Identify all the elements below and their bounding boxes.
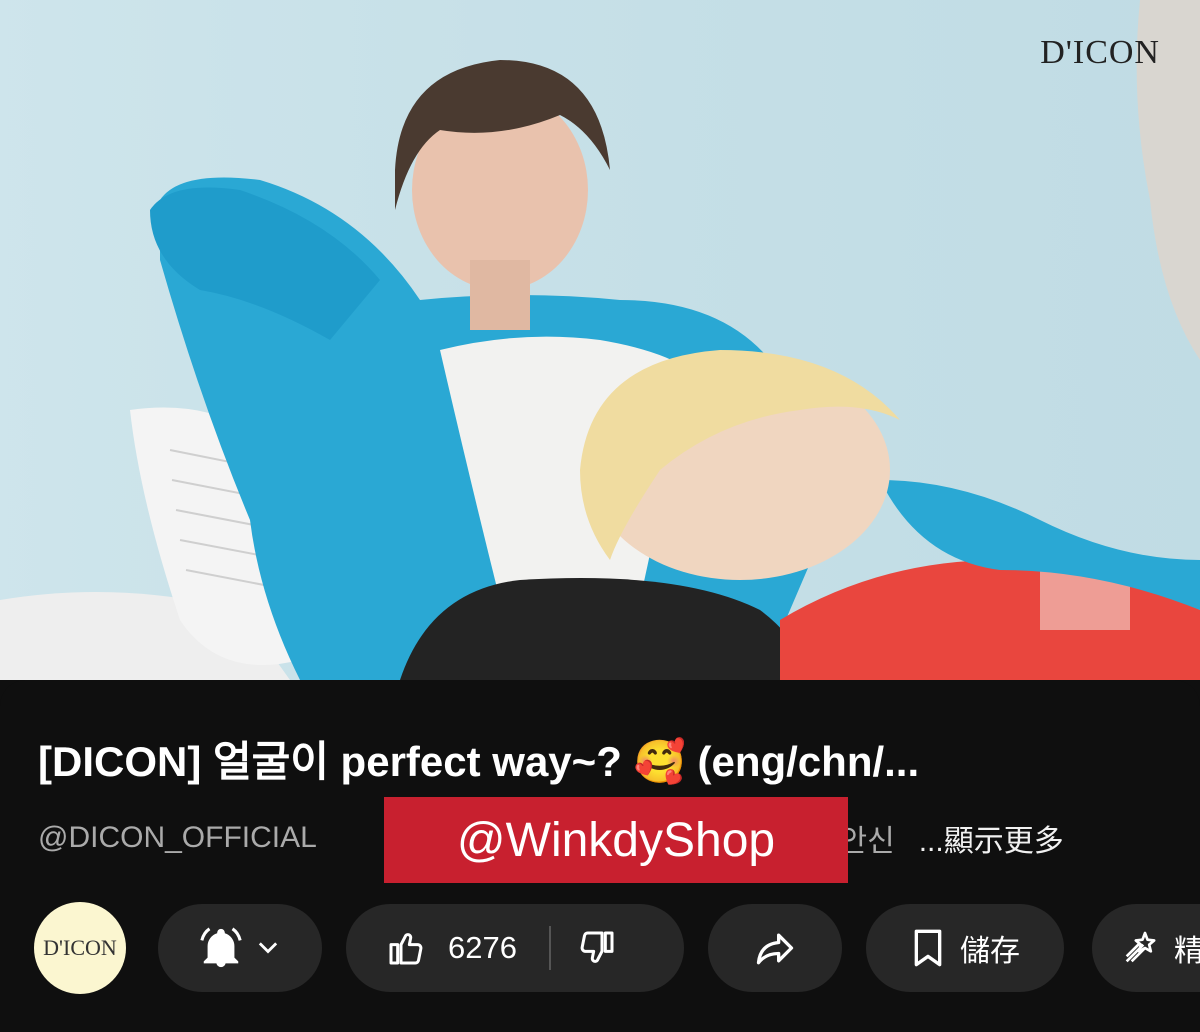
watermark-label: @WinkdyShop <box>384 797 848 883</box>
bookmark-icon <box>910 928 946 968</box>
bell-icon <box>198 925 244 971</box>
like-button[interactable]: 6276 <box>346 928 517 968</box>
thumbs-up-icon <box>386 928 426 968</box>
thumbs-down-icon[interactable] <box>577 928 617 968</box>
share-icon <box>753 926 797 970</box>
subscribe-bell-button[interactable] <box>158 904 322 992</box>
video-player[interactable]: D'ICON <box>0 0 1200 680</box>
video-frame <box>0 0 1200 680</box>
clip-icon <box>1120 928 1160 968</box>
chevron-down-icon <box>254 934 282 962</box>
video-title[interactable]: [DICON] 얼굴이 perfect way~? 🥰 (eng/chn/... <box>38 728 1168 789</box>
save-button[interactable]: 儲存 <box>866 904 1064 992</box>
like-count: 6276 <box>448 930 517 965</box>
brand-logo: D'ICON <box>1040 34 1160 71</box>
save-label: 儲存 <box>960 935 1020 968</box>
channel-avatar[interactable]: D'ICON <box>34 902 126 994</box>
like-divider <box>548 926 551 970</box>
clip-button[interactable]: 精 <box>1092 904 1200 992</box>
channel-handle[interactable]: @DICON_OFFICIAL <box>38 821 317 855</box>
clip-label: 精 <box>1174 935 1200 968</box>
like-dislike-group: 6276 <box>346 904 684 992</box>
share-button[interactable] <box>708 904 842 992</box>
show-more-link[interactable]: ...顯示更多 <box>919 816 1064 860</box>
